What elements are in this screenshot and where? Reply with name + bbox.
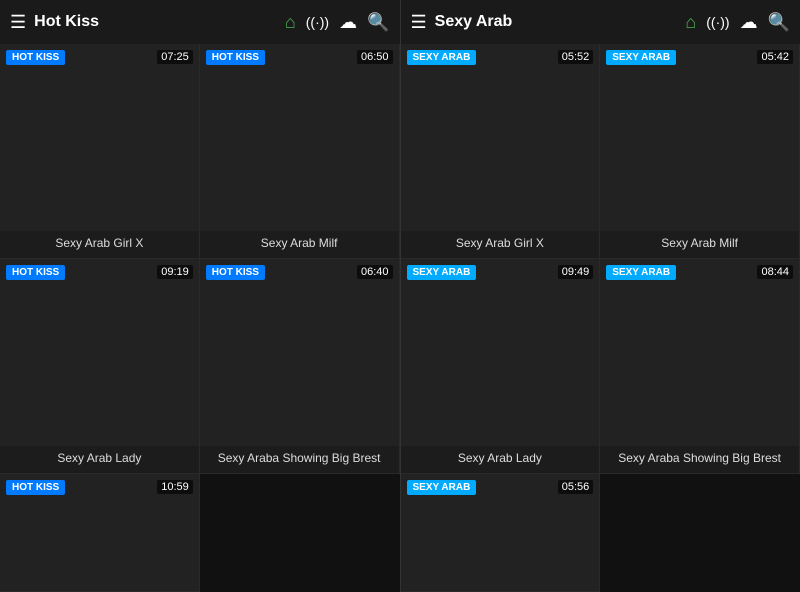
sexyarab-header: ☰ Sexy Arab ⌂ ((·)) ☁ 🔍 [400, 0, 800, 44]
video-card-2[interactable]: HOT KISS 09:19 Sexy Arab Lady [0, 259, 200, 474]
channel-badge: SEXY ARAB [606, 265, 676, 280]
channel-badge: HOT KISS [206, 265, 265, 280]
video-thumb-2: HOT KISS 09:19 [0, 259, 199, 446]
sexyarab-title: Sexy Arab [435, 13, 678, 31]
video-duration: 06:50 [357, 50, 393, 64]
channel-badge: SEXY ARAB [407, 480, 477, 495]
sexyarab-signal-icon[interactable]: ((·)) [706, 14, 729, 30]
video-duration: 05:42 [757, 50, 793, 64]
hotkiss-signal-icon[interactable]: ((·)) [306, 14, 329, 30]
video-thumb-0: SEXY ARAB 05:52 [401, 44, 600, 231]
video-duration: 08:44 [757, 265, 793, 279]
video-thumb-1: SEXY ARAB 05:42 [600, 44, 799, 231]
video-thumb-1: HOT KISS 06:50 [200, 44, 399, 231]
channel-badge: HOT KISS [6, 265, 65, 280]
video-duration: 07:25 [157, 50, 193, 64]
video-duration: 09:49 [558, 265, 594, 279]
video-card-4[interactable]: SEXY ARAB 05:56 [401, 474, 601, 592]
video-card-1[interactable]: SEXY ARAB 05:42 Sexy Arab Milf [600, 44, 800, 259]
video-thumb-4: SEXY ARAB 05:56 [401, 474, 600, 591]
video-duration: 10:59 [157, 480, 193, 494]
video-duration: 06:40 [357, 265, 393, 279]
video-card-3[interactable]: HOT KISS 06:40 Sexy Araba Showing Big Bres… [200, 259, 400, 474]
hotkiss-nav-icons: ⌂ ((·)) ☁ 🔍 [285, 12, 390, 33]
hotkiss-search-icon[interactable]: 🔍 [367, 12, 389, 33]
video-duration: 05:56 [558, 480, 594, 494]
video-card-0[interactable]: SEXY ARAB 05:52 Sexy Arab Girl X [401, 44, 601, 259]
video-title: Sexy Araba Showing Big Brest [600, 446, 799, 474]
video-title: Sexy Arab Milf [600, 231, 799, 259]
video-card-4[interactable]: HOT KISS 10:59 [0, 474, 200, 592]
channel-badge: HOT KISS [6, 50, 65, 65]
video-card-2[interactable]: SEXY ARAB 09:49 Sexy Arab Lady [401, 259, 601, 474]
hotkiss-cloud-icon[interactable]: ☁ [339, 12, 357, 33]
video-card-3[interactable]: SEXY ARAB 08:44 Sexy Araba Showing Big Bre… [600, 259, 800, 474]
channel-badge: SEXY ARAB [407, 265, 477, 280]
video-title: Sexy Arab Milf [200, 231, 399, 259]
hotkiss-header: ☰ Hot Kiss ⌂ ((·)) ☁ 🔍 [0, 0, 400, 44]
channel-badge: SEXY ARAB [606, 50, 676, 65]
sexyarab-menu-icon[interactable]: ☰ [411, 12, 427, 33]
sexyarab-search-icon[interactable]: 🔍 [768, 12, 790, 33]
video-thumb-2: SEXY ARAB 09:49 [401, 259, 600, 446]
content-area: HOT KISS 07:25 Sexy Arab Girl X HOT KISS 06:… [0, 44, 800, 592]
video-duration: 05:52 [558, 50, 594, 64]
video-card-0[interactable]: HOT KISS 07:25 Sexy Arab Girl X [0, 44, 200, 259]
channel-badge: HOT KISS [6, 480, 65, 495]
header-bar: ☰ Hot Kiss ⌂ ((·)) ☁ 🔍 ☰ Sexy Arab ⌂ ((·… [0, 0, 800, 44]
video-title: Sexy Arab Girl X [0, 231, 199, 259]
channel-badge: HOT KISS [206, 50, 265, 65]
sexyarab-panel: SEXY ARAB 05:52 Sexy Arab Girl X SEXY ARAB 0… [400, 44, 800, 592]
video-duration: 09:19 [157, 265, 193, 279]
video-title: Sexy Arab Lady [401, 446, 600, 474]
video-card-1[interactable]: HOT KISS 06:50 Sexy Arab Milf [200, 44, 400, 259]
video-title: Sexy Araba Showing Big Brest [200, 446, 399, 474]
sexyarab-cloud-icon[interactable]: ☁ [740, 12, 758, 33]
video-thumb-4: HOT KISS 10:59 [0, 474, 199, 591]
video-thumb-3: SEXY ARAB 08:44 [600, 259, 799, 446]
hotkiss-panel: HOT KISS 07:25 Sexy Arab Girl X HOT KISS 06:… [0, 44, 400, 592]
hotkiss-menu-icon[interactable]: ☰ [10, 12, 26, 33]
video-thumb-3: HOT KISS 06:40 [200, 259, 399, 446]
sexyarab-nav-icons: ⌂ ((·)) ☁ 🔍 [685, 12, 790, 33]
video-title: Sexy Arab Lady [0, 446, 199, 474]
video-title: Sexy Arab Girl X [401, 231, 600, 259]
hotkiss-title: Hot Kiss [34, 13, 277, 31]
hotkiss-home-icon[interactable]: ⌂ [285, 12, 296, 33]
sexyarab-home-icon[interactable]: ⌂ [685, 12, 696, 33]
video-thumb-0: HOT KISS 07:25 [0, 44, 199, 231]
channel-badge: SEXY ARAB [407, 50, 477, 65]
